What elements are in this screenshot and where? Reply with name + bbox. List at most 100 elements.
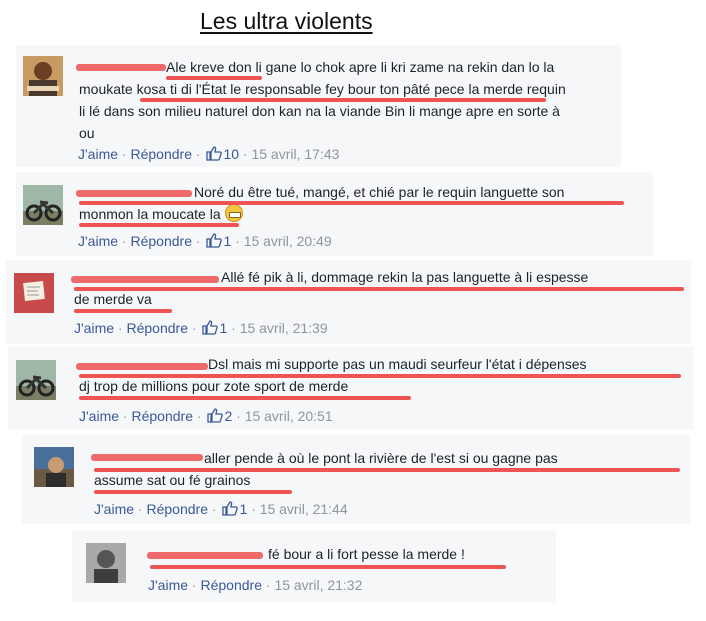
timestamp[interactable]: 15 avril, 21:32	[274, 577, 362, 593]
author-redaction	[76, 363, 208, 370]
comment-actions: J'aime · Répondre · 10 · 15 avril, 17:43	[78, 146, 339, 162]
comment-5: aller pende à où le pont la rivière de l…	[22, 434, 690, 524]
comment-author[interactable]	[91, 449, 203, 465]
thumbs-up-icon[interactable]	[207, 408, 224, 423]
author-redaction	[91, 454, 203, 461]
thumbs-up-icon[interactable]	[206, 233, 223, 248]
comment-author[interactable]	[71, 271, 219, 287]
comment-2: Noré du être tué, mangé, et chié par le …	[16, 172, 653, 256]
author-redaction	[76, 190, 192, 197]
comment-actions: J'aime · Répondre · 1 · 15 avril, 20:49	[78, 233, 332, 249]
comment-6: fé bour a li fort pesse la merde ! J'aim…	[72, 530, 556, 602]
separator: ·	[121, 233, 127, 249]
highlight-underline	[150, 565, 506, 569]
highlight-underline	[166, 76, 262, 80]
reply-link[interactable]: Répondre	[146, 501, 208, 517]
highlight-underline	[74, 287, 684, 291]
separator: ·	[195, 146, 201, 162]
like-count[interactable]: 10	[223, 146, 239, 162]
thumbs-up-icon[interactable]	[202, 320, 219, 335]
page-title: Les ultra violents	[200, 8, 373, 34]
like-count[interactable]: 1	[239, 501, 247, 517]
avatar-image	[34, 447, 74, 487]
avatar-image	[23, 185, 63, 225]
highlight-underline	[74, 309, 172, 313]
comment-line: fé bour a li fort pesse la merde !	[268, 546, 465, 562]
comment-line: assume sat ou fé grainos	[94, 472, 251, 488]
separator: ·	[211, 501, 217, 517]
highlight-underline	[140, 98, 546, 102]
reply-link[interactable]: Répondre	[200, 577, 262, 593]
comment-actions: J'aime · Répondre · 1 · 15 avril, 21:39	[74, 320, 328, 336]
highlight-underline	[79, 374, 681, 378]
separator: ·	[195, 233, 201, 249]
highlight-underline	[79, 223, 239, 227]
reply-link[interactable]: Répondre	[126, 320, 188, 336]
like-link[interactable]: J'aime	[78, 146, 118, 162]
separator: ·	[242, 146, 248, 162]
like-count[interactable]: 2	[224, 408, 232, 424]
comment-line: li lé dans son milieu naturel don kan na…	[79, 103, 560, 119]
like-link[interactable]: J'aime	[79, 408, 119, 424]
comment-line: ou	[79, 125, 95, 141]
separator: ·	[122, 408, 128, 424]
highlight-underline	[79, 396, 411, 400]
comment-actions: J'aime · Répondre · 2 · 15 avril, 20:51	[79, 408, 333, 424]
comment-line: moukate kosa ti di l'État le responsable…	[79, 81, 566, 97]
comment-author[interactable]	[76, 59, 166, 75]
timestamp[interactable]: 15 avril, 21:44	[260, 501, 348, 517]
comment-1: Ale kreve don li gane lo chok apre li kr…	[16, 45, 621, 167]
separator: ·	[191, 320, 197, 336]
thumbs-up-icon[interactable]	[206, 146, 223, 161]
highlight-underline	[94, 468, 680, 472]
comment-line: Noré du être tué, mangé, et chié par le …	[194, 184, 565, 200]
separator: ·	[137, 501, 143, 517]
comment-author[interactable]	[76, 185, 192, 201]
reply-link[interactable]: Répondre	[130, 233, 192, 249]
separator: ·	[236, 408, 241, 424]
comment-actions: J'aime · Répondre · 15 avril, 21:32	[148, 577, 362, 593]
author-redaction	[76, 64, 166, 71]
like-link[interactable]: J'aime	[74, 320, 114, 336]
avatar-image	[86, 543, 126, 583]
comment-line: aller pende à où le pont la rivière de l…	[204, 450, 558, 466]
like-count[interactable]: 1	[219, 320, 227, 336]
thumbs-up-icon[interactable]	[222, 501, 239, 516]
comment-3: Allé fé pik à li, dommage rekin la pas l…	[6, 260, 691, 344]
reply-link[interactable]: Répondre	[131, 408, 193, 424]
highlight-underline	[79, 201, 624, 205]
avatar[interactable]	[14, 273, 54, 313]
separator: ·	[251, 501, 256, 517]
avatar[interactable]	[86, 543, 126, 583]
comment-line: Ale kreve don li gane lo chok apre li kr…	[166, 59, 555, 75]
like-link[interactable]: J'aime	[94, 501, 134, 517]
avatar-image	[16, 360, 56, 400]
comment-author[interactable]	[76, 358, 208, 374]
author-redaction	[147, 552, 263, 559]
avatar[interactable]	[16, 360, 56, 400]
timestamp[interactable]: 15 avril, 17:43	[251, 146, 339, 162]
comment-4: Dsl mais mi supporte pas un maudi seurfe…	[8, 346, 694, 430]
highlight-underline	[94, 490, 292, 494]
avatar[interactable]	[23, 185, 63, 225]
timestamp[interactable]: 15 avril, 20:51	[245, 408, 333, 424]
like-link[interactable]: J'aime	[78, 233, 118, 249]
timestamp[interactable]: 15 avril, 20:49	[244, 233, 332, 249]
separator: ·	[121, 146, 127, 162]
separator: ·	[191, 577, 197, 593]
separator: ·	[117, 320, 123, 336]
separator: ·	[265, 577, 271, 593]
timestamp[interactable]: 15 avril, 21:39	[240, 320, 328, 336]
comment-author[interactable]	[147, 547, 263, 563]
comment-line: monmon la moucate la	[79, 203, 243, 225]
avatar[interactable]	[23, 56, 63, 96]
avatar[interactable]	[34, 447, 74, 487]
separator: ·	[235, 233, 240, 249]
reply-link[interactable]: Répondre	[130, 146, 192, 162]
author-redaction	[71, 276, 219, 283]
comment-line: Dsl mais mi supporte pas un maudi seurfe…	[208, 356, 587, 372]
like-count[interactable]: 1	[223, 233, 231, 249]
like-link[interactable]: J'aime	[148, 577, 188, 593]
comment-line: de merde va	[74, 291, 152, 307]
grimacing-emoji-icon	[224, 204, 243, 222]
